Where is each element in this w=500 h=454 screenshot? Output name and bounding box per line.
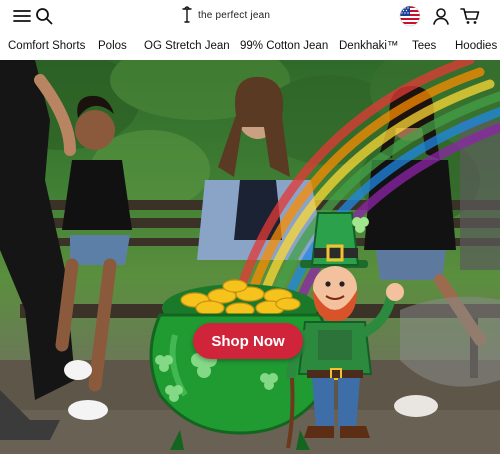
brand-name: the perfect jean bbox=[198, 9, 271, 21]
site-header: the perfect jean bbox=[0, 0, 500, 32]
hero-photo bbox=[0, 60, 500, 454]
nav-item-tees[interactable]: Tees bbox=[412, 40, 436, 52]
brand-logo[interactable]: the perfect jean bbox=[181, 6, 270, 24]
account-icon[interactable] bbox=[430, 5, 452, 27]
search-icon[interactable] bbox=[33, 5, 55, 27]
menu-icon[interactable] bbox=[11, 5, 33, 27]
nav-item-og-stretch-jean[interactable]: OG Stretch Jean bbox=[144, 40, 230, 52]
brand-mark-icon bbox=[182, 6, 192, 23]
us-flag-icon[interactable] bbox=[398, 5, 422, 27]
cart-icon[interactable] bbox=[459, 5, 481, 27]
nav-item-comfort-shorts[interactable]: Comfort Shorts bbox=[8, 40, 85, 52]
nav-item-99-cotton-jean[interactable]: 99% Cotton Jean bbox=[240, 40, 328, 52]
nav-item-denkhaki[interactable]: Denkhaki™ bbox=[339, 40, 398, 52]
category-nav: Comfort Shorts Polos OG Stretch Jean 99%… bbox=[0, 32, 500, 60]
shop-now-button[interactable]: Shop Now bbox=[193, 323, 303, 359]
hero-banner: Shop Now bbox=[0, 60, 500, 454]
nav-item-polos[interactable]: Polos bbox=[98, 40, 127, 52]
nav-item-hoodies[interactable]: Hoodies bbox=[455, 40, 497, 52]
